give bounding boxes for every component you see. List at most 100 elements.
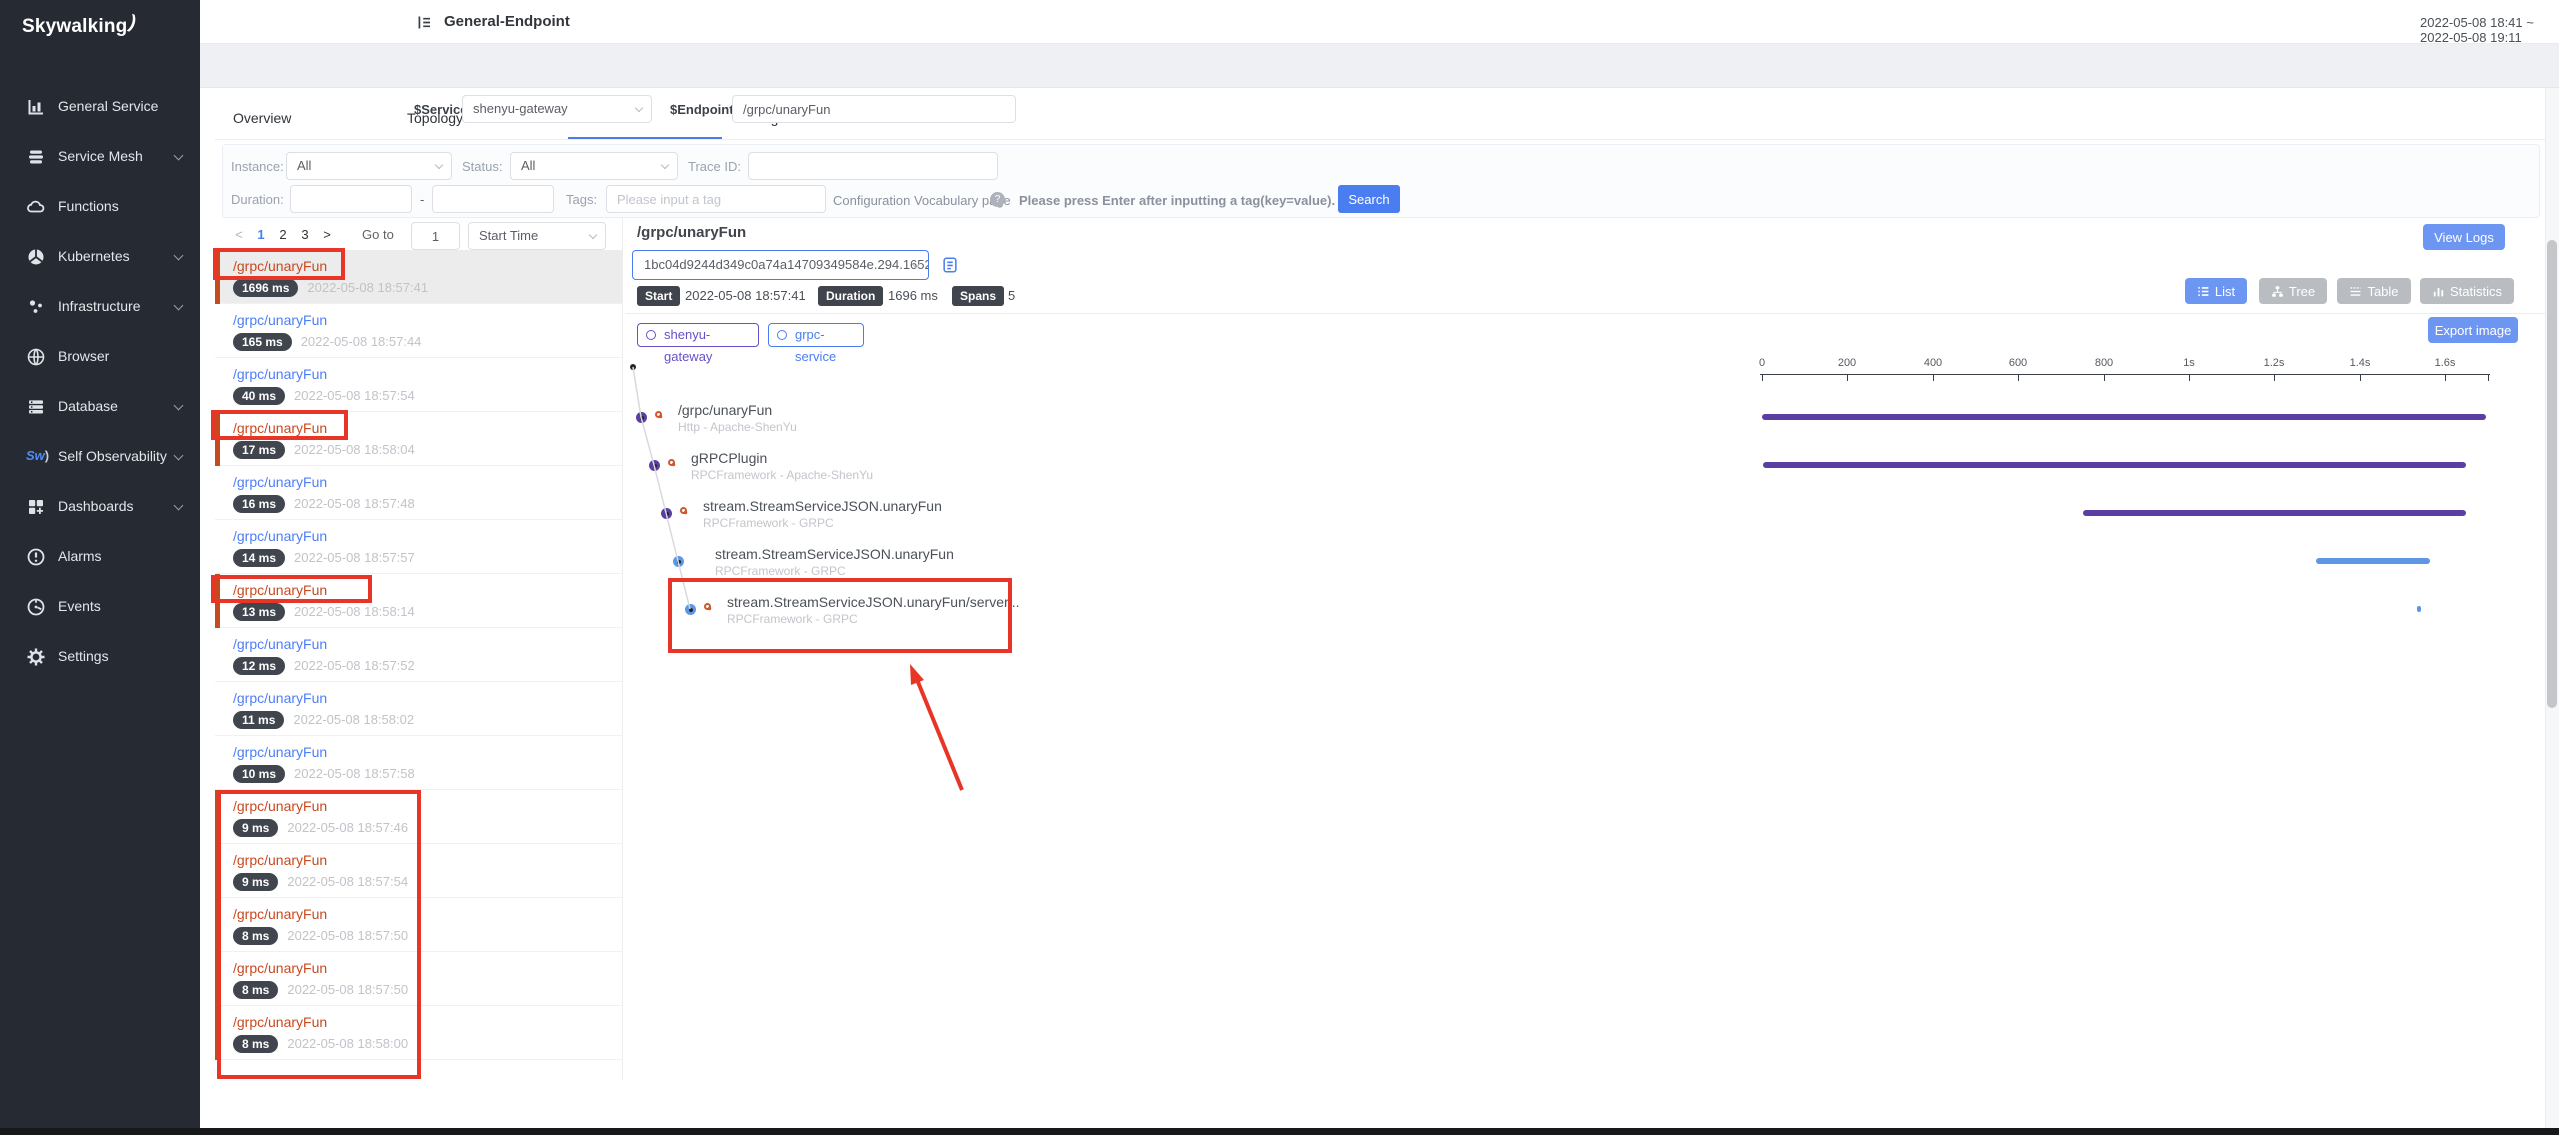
sidebar-item-browser[interactable]: Browser [0,332,200,382]
trace-start-time: 2022-05-08 18:57:57 [294,550,415,565]
sidebar-item-database[interactable]: Database [0,382,200,432]
sidebar-item-general-service[interactable]: General Service [0,82,200,132]
trace-start-time: 2022-05-08 18:57:54 [287,874,408,889]
span-name[interactable]: stream.StreamServiceJSON.unaryFun [703,498,942,514]
trace-list-item[interactable]: /grpc/unaryFun10 ms2022-05-08 18:57:58 [215,736,622,790]
sidebar-item-settings[interactable]: Settings [0,632,200,682]
span-marker-icon[interactable] [680,507,687,514]
span-marker-icon[interactable] [655,411,662,418]
service-pill-grpc-service[interactable]: grpc-service [768,323,864,347]
prev-page-button[interactable]: < [228,222,250,248]
view-table-button[interactable]: Table [2337,278,2411,304]
trace-list-item[interactable]: /grpc/unaryFun9 ms2022-05-08 18:57:54 [215,844,622,898]
trace-endpoint: /grpc/unaryFun [233,852,327,868]
page-number-3[interactable]: 3 [294,222,316,248]
configuration-vocabulary-link[interactable]: Configuration Vocabulary page [833,193,1011,208]
duration-value: 1696 ms [888,288,938,303]
view-logs-button[interactable]: View Logs [2423,224,2505,250]
tree-icon [2271,284,2289,299]
span-duration-bar[interactable] [1762,414,2486,420]
search-button[interactable]: Search [1338,185,1400,213]
span-service-dot[interactable] [673,556,684,567]
sidebar-item-events[interactable]: Events [0,582,200,632]
axis-tick-label: 800 [2095,357,2113,369]
sidebar-item-infrastructure[interactable]: Infrastructure [0,282,200,332]
trace-list-item[interactable]: /grpc/unaryFun14 ms2022-05-08 18:57:57 [215,520,622,574]
endpoint-input[interactable] [732,95,1016,123]
sidebar-item-alarms[interactable]: Alarms [0,532,200,582]
status-select[interactable]: All [510,152,678,180]
sidebar-item-kubernetes[interactable]: Kubernetes [0,232,200,282]
scrollbar-thumb[interactable] [2547,240,2557,708]
trace-list-item[interactable]: /grpc/unaryFun17 ms2022-05-08 18:58:04 [215,412,622,466]
span-duration-bar[interactable] [2083,510,2466,516]
sidebar-item-functions[interactable]: Functions [0,182,200,232]
view-statistics-button[interactable]: Statistics [2420,278,2514,304]
service-select[interactable]: shenyu-gateway [462,95,652,123]
bar-chart-icon [26,97,46,117]
span-duration-bar[interactable] [1763,462,2466,468]
help-icon[interactable]: ? [990,192,1005,207]
trace-id-input[interactable] [748,152,998,180]
trace-id-select[interactable]: 1bc04d9244d349c0a74a14709349584e.294.165… [632,250,929,280]
trace-list-item[interactable]: /grpc/unaryFun1696 ms2022-05-08 18:57:41 [215,250,622,304]
page-number-1[interactable]: 1 [250,222,272,248]
sidebar-item-self-observability[interactable]: Sw)Self Observability [0,432,200,482]
view-tree-button[interactable]: Tree [2259,278,2327,304]
start-value: 2022-05-08 18:57:41 [685,288,806,303]
trace-list-item[interactable]: /grpc/unaryFun13 ms2022-05-08 18:58:14 [215,574,622,628]
span-service-dot[interactable] [685,604,696,615]
tags-input[interactable] [606,185,826,213]
database-stack-icon [26,397,46,417]
export-image-button[interactable]: Export image [2428,317,2518,343]
span-marker-icon[interactable] [668,459,675,466]
trace-list-item[interactable]: /grpc/unaryFun8 ms2022-05-08 18:58:00 [215,1006,622,1060]
span-service-dot[interactable] [661,508,672,519]
span-name[interactable]: gRPCPlugin [691,450,767,466]
instance-select[interactable]: All [286,152,452,180]
next-page-button[interactable]: > [316,222,338,248]
trace-list-item[interactable]: /grpc/unaryFun40 ms2022-05-08 18:57:54 [215,358,622,412]
span-name[interactable]: stream.StreamServiceJSON.unaryFun/server… [727,594,1020,610]
sidebar-item-service-mesh[interactable]: Service Mesh [0,132,200,182]
span-marker-icon[interactable] [704,603,711,610]
tab-overview[interactable]: Overview [215,100,389,139]
duration-badge: 40 ms [233,387,285,405]
copy-trace-id-icon[interactable] [941,256,959,274]
trace-list-item[interactable]: /grpc/unaryFun8 ms2022-05-08 18:57:50 [215,898,622,952]
span-duration-bar[interactable] [2316,558,2430,564]
duration-badge: 8 ms [233,927,278,945]
axis-tick-label: 400 [1924,357,1942,369]
duration-max-input[interactable] [432,185,554,213]
sidebar-item-label: Alarms [58,548,102,564]
page-number-2[interactable]: 2 [272,222,294,248]
span-duration-bar[interactable] [2417,606,2421,612]
trace-list-item[interactable]: /grpc/unaryFun9 ms2022-05-08 18:57:46 [215,790,622,844]
top-header: General-Endpoint 2022-05-08 18:41 ~ 2022… [200,0,2559,44]
axis-tick [2274,375,2275,381]
service-pill-shenyu-gateway[interactable]: shenyu-gateway [637,323,759,347]
sidebar-item-dashboards[interactable]: Dashboards [0,482,200,532]
span-name[interactable]: /grpc/unaryFun [678,402,772,418]
duration-min-input[interactable] [290,185,412,213]
duration-badge: 165 ms [233,333,292,351]
span-service-dot[interactable] [636,412,647,423]
trace-list-item[interactable]: /grpc/unaryFun11 ms2022-05-08 18:58:02 [215,682,622,736]
cloud-icon [26,197,46,217]
goto-page-input[interactable] [411,222,460,250]
duration-label: Duration: [231,192,284,207]
sidebar-item-label: Kubernetes [58,248,130,264]
view-list-button[interactable]: List [2185,278,2247,304]
trace-list-item[interactable]: /grpc/unaryFun165 ms2022-05-08 18:57:44 [215,304,622,358]
trace-list-item[interactable]: /grpc/unaryFun12 ms2022-05-08 18:57:52 [215,628,622,682]
trace-list-item[interactable]: /grpc/unaryFun16 ms2022-05-08 18:57:48 [215,466,622,520]
trace-start-time: 2022-05-08 18:57:58 [294,766,415,781]
duration-badge: 14 ms [233,549,285,567]
trace-start-time: 2022-05-08 18:58:00 [287,1036,408,1051]
collapse-sidebar-icon[interactable] [416,14,433,30]
span-service-dot[interactable] [649,460,660,471]
trace-list-item[interactable]: /grpc/unaryFun8 ms2022-05-08 18:57:50 [215,952,622,1006]
sort-select[interactable]: Start Time [468,222,606,250]
time-range-picker[interactable]: 2022-05-08 18:41 ~ 2022-05-08 19:11 [2420,15,2559,45]
span-name[interactable]: stream.StreamServiceJSON.unaryFun [715,546,954,562]
